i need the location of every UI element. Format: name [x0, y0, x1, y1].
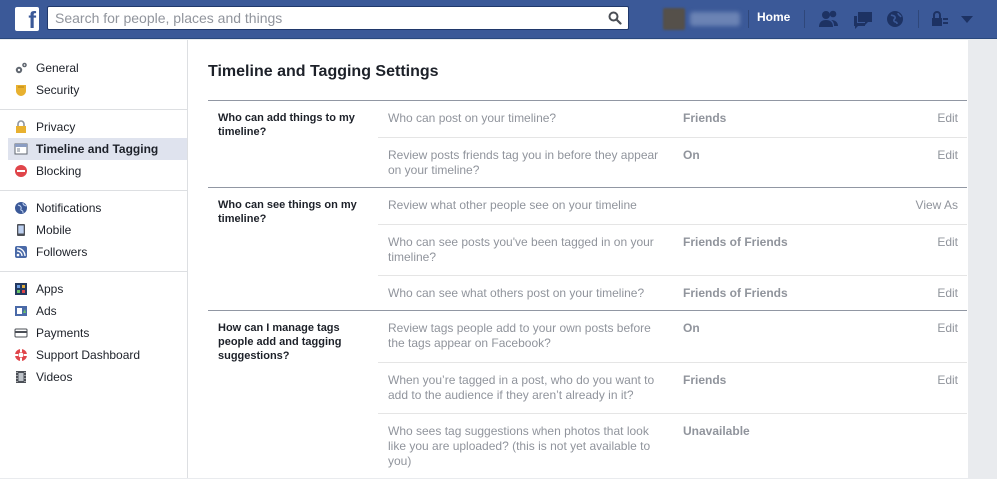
settings-row[interactable]: Review posts friends tag you in before t…	[378, 137, 967, 188]
top-navigation-bar: f Home	[0, 0, 997, 39]
row-label: Review what other people see on your tim…	[388, 198, 637, 212]
section-title: How can I manage tags people add and tag…	[218, 322, 342, 362]
row-label: Who sees tag suggestions when photos tha…	[388, 424, 651, 468]
row-value: Friends	[683, 111, 727, 125]
sidebar-item-label: Apps	[36, 282, 64, 296]
sidebar-item-label: Notifications	[36, 201, 102, 215]
sidebar-item-label: Timeline and Tagging	[36, 142, 159, 156]
row-value: Unavailable	[683, 424, 750, 438]
sidebar-group-apps: Apps Ads Payments Support Dashboard Vide…	[0, 272, 187, 396]
apps-icon	[15, 283, 27, 295]
row-label: Who can post on your timeline?	[388, 111, 557, 125]
edit-link[interactable]: Edit	[937, 286, 958, 301]
row-value: Friends of Friends	[683, 235, 788, 249]
sidebar-item-timeline-and-tagging[interactable]: Timeline and Tagging	[8, 138, 187, 160]
timeline-icon	[14, 143, 28, 155]
page-title: Timeline and Tagging Settings	[208, 63, 439, 80]
view-as-link[interactable]: View As	[916, 198, 958, 213]
row-value: On	[683, 148, 700, 162]
sidebar-item-label: Privacy	[36, 120, 76, 134]
profile-avatar[interactable]	[663, 8, 685, 30]
gear-icon	[15, 62, 27, 74]
sidebar-item-label: Support Dashboard	[36, 348, 141, 362]
edit-link[interactable]: Edit	[937, 321, 958, 336]
film-icon	[16, 371, 26, 383]
sidebar-item-mobile[interactable]: Mobile	[0, 219, 187, 241]
sidebar-item-label: General	[36, 61, 79, 75]
sidebar-item-notifications[interactable]: Notifications	[0, 197, 187, 219]
edit-link[interactable]: Edit	[937, 235, 958, 250]
sidebar-item-general[interactable]: General	[0, 57, 187, 79]
row-label: When you’re tagged in a post, who do you…	[388, 373, 655, 402]
row-label: Review tags people add to your own posts…	[388, 321, 651, 350]
sidebar-item-ads[interactable]: Ads	[0, 300, 187, 322]
row-label: Review posts friends tag you in before t…	[388, 148, 659, 177]
sidebar-item-videos[interactable]: Videos	[0, 366, 187, 388]
sidebar-group-account: General Security	[0, 40, 187, 110]
sidebar-item-label: Payments	[36, 326, 90, 340]
ads-icon	[15, 306, 27, 316]
row-value: On	[683, 321, 700, 335]
facebook-logo[interactable]: f	[15, 7, 39, 31]
settings-row[interactable]: Who can see posts you've been tagged in …	[378, 224, 967, 275]
search-icon[interactable]	[608, 11, 622, 25]
settings-section-manage-tags: How can I manage tags people add and tag…	[208, 310, 967, 478]
settings-row[interactable]: Review tags people add to your own posts…	[378, 311, 967, 362]
sidebar-item-label: Blocking	[36, 164, 82, 178]
settings-row[interactable]: Who can post on your timeline? Friends E…	[378, 101, 967, 137]
divider	[918, 10, 919, 28]
lock-icon	[16, 120, 26, 133]
sidebar-item-label: Ads	[36, 304, 57, 318]
row-value: Friends	[683, 373, 727, 387]
sidebar-item-followers[interactable]: Followers	[0, 241, 187, 263]
settings-section-who-can-see: Who can see things on my timeline? Revie…	[208, 187, 967, 310]
settings-main-panel: Timeline and Tagging Settings Who can ad…	[188, 40, 968, 478]
privacy-shortcuts-icon[interactable]	[929, 8, 951, 30]
settings-row[interactable]: Review what other people see on your tim…	[378, 188, 967, 224]
notifications-globe-icon[interactable]	[884, 8, 906, 30]
search-input[interactable]	[48, 7, 598, 29]
row-label: Who can see what others post on your tim…	[388, 286, 645, 300]
sidebar-item-apps[interactable]: Apps	[0, 278, 187, 300]
chevron-down-icon[interactable]	[956, 8, 978, 30]
settings-row: Who sees tag suggestions when photos tha…	[378, 413, 967, 479]
rss-icon	[15, 246, 27, 258]
sidebar-group-privacy: Privacy Timeline and Tagging Blocking	[0, 110, 187, 191]
sidebar-item-blocking[interactable]: Blocking	[0, 160, 187, 182]
sidebar-item-label: Mobile	[36, 223, 72, 237]
settings-row[interactable]: When you’re tagged in a post, who do you…	[378, 362, 967, 413]
profile-name-blurred[interactable]	[690, 12, 740, 26]
shield-icon	[16, 85, 26, 96]
sidebar-item-label: Followers	[36, 245, 88, 259]
row-label: Who can see posts you've been tagged in …	[388, 235, 654, 264]
friend-requests-icon[interactable]	[818, 8, 840, 30]
facebook-logo-letter: f	[28, 7, 36, 31]
edit-link[interactable]: Edit	[937, 111, 958, 126]
divider	[748, 10, 749, 28]
sidebar-item-payments[interactable]: Payments	[0, 322, 187, 344]
section-title: Who can add things to my timeline?	[218, 112, 355, 138]
sidebar-item-privacy[interactable]: Privacy	[0, 116, 187, 138]
lifebuoy-icon	[15, 349, 27, 361]
sidebar-item-label: Security	[36, 83, 80, 97]
settings-sidebar: General Security Privacy Timeline and Ta…	[0, 40, 188, 478]
divider	[804, 10, 805, 28]
block-icon	[15, 165, 27, 177]
section-title: Who can see things on my timeline?	[218, 199, 357, 225]
edit-link[interactable]: Edit	[937, 148, 958, 163]
search-box[interactable]	[47, 6, 629, 30]
home-link[interactable]: Home	[757, 10, 790, 24]
sidebar-group-notifications: Notifications Mobile Followers	[0, 191, 187, 272]
row-value: Friends of Friends	[683, 286, 788, 300]
sidebar-item-security[interactable]: Security	[0, 79, 187, 101]
sidebar-item-label: Videos	[36, 370, 73, 384]
settings-row[interactable]: Who can see what others post on your tim…	[378, 275, 967, 311]
sidebar-item-support-dashboard[interactable]: Support Dashboard	[0, 344, 187, 366]
edit-link[interactable]: Edit	[937, 373, 958, 388]
mobile-icon	[17, 224, 25, 236]
globe-icon	[15, 202, 27, 214]
messages-icon[interactable]	[852, 8, 874, 30]
settings-section-who-can-add: Who can add things to my timeline? Who c…	[208, 100, 967, 187]
card-icon	[14, 328, 28, 338]
